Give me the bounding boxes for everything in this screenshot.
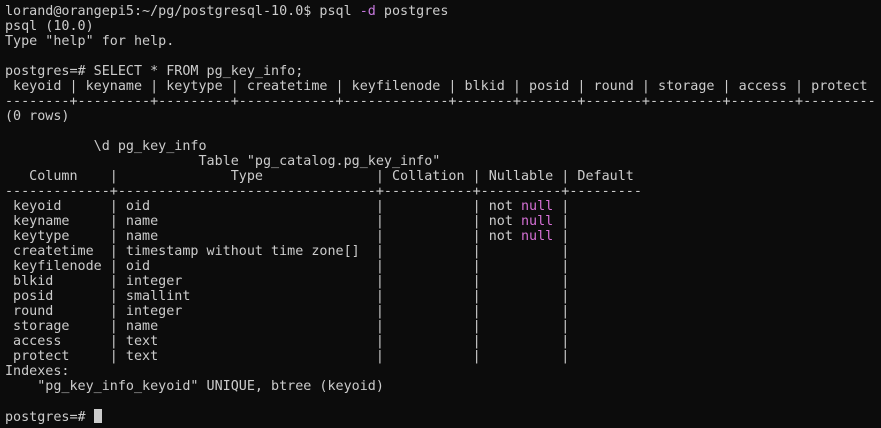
line-text: \d pg_key_info [5,139,207,154]
prompt-line[interactable]: postgres=# [5,409,881,425]
line-text: Indexes: [5,364,70,379]
line-text: access | text | | | [5,334,570,349]
terminal-line: lorand@orangepi5:~/pg/postgresql-10.0$ p… [5,4,881,19]
line-text: storage | name | | | [5,319,570,334]
terminal-line: -------------+--------------------------… [5,184,881,199]
line-text: "pg_key_info_keyoid" UNIQUE, btree (keyo… [5,379,384,394]
line-text: protect | text | | | [5,349,570,364]
null-keyword: null [520,199,554,214]
terminal-line: keytype | name | | not null | [5,229,881,244]
null-keyword: null [520,229,554,244]
line-text: (0 rows) [5,109,70,124]
line-text: Type "help" for help. [5,34,175,49]
line-text: lorand@orangepi5:~/pg/postgresql-10.0$ p… [5,4,360,19]
terminal-line: keyoid | keyname | keytype | createtime … [5,79,881,94]
text-cursor [93,409,102,423]
terminal-line: keyfilenode | oid | | | [5,259,881,274]
line-text: | [553,214,570,229]
terminal-output: lorand@orangepi5:~/pg/postgresql-10.0$ p… [5,4,881,409]
line-text: -------------+--------------------------… [5,184,642,199]
terminal-line: access | text | | | [5,334,881,349]
prompt-text: postgres=# [5,410,94,425]
line-text: postgres=# SELECT * FROM pg_key_info; [5,64,304,79]
terminal-line: keyname | name | | not null | [5,214,881,229]
line-text: blkid | integer | | | [5,274,570,289]
terminal-line: storage | name | | | [5,319,881,334]
terminal-line: (0 rows) [5,109,881,124]
line-text: | [553,199,570,214]
line-text: postgres [375,4,449,19]
terminal-line: blkid | integer | | | [5,274,881,289]
terminal-window[interactable]: lorand@orangepi5:~/pg/postgresql-10.0$ p… [0,0,881,428]
line-text: keyoid | oid | | not [5,199,521,214]
terminal-line: "pg_key_info_keyoid" UNIQUE, btree (keyo… [5,379,881,394]
line-text: createtime | timestamp without time zone… [5,244,570,259]
terminal-line: --------+---------+---------+-----------… [5,94,881,109]
line-text: keyname | name | | not [5,214,521,229]
terminal-line: Table "pg_catalog.pg_key_info" [5,154,881,169]
line-text: psql (10.0) [5,19,94,34]
line-text: Column | Type | Collation | Nullable | D… [5,169,634,184]
terminal-line: posid | smallint | | | [5,289,881,304]
line-text: keyoid | keyname | keytype | createtime … [5,79,868,94]
terminal-line: postgres=# SELECT * FROM pg_key_info; [5,64,881,79]
terminal-line: Column | Type | Collation | Nullable | D… [5,169,881,184]
terminal-line: protect | text | | | [5,349,881,364]
line-text: | [553,229,570,244]
line-text: --------+---------+---------+-----------… [5,94,876,109]
line-text: round | integer | | | [5,304,570,319]
line-text: keyfilenode | oid | | | [5,259,570,274]
terminal-line: Indexes: [5,364,881,379]
terminal-line: \d pg_key_info [5,139,881,154]
terminal-line: Type "help" for help. [5,34,881,49]
command-flag: -d [359,4,376,19]
terminal-line: keyoid | oid | | not null | [5,199,881,214]
null-keyword: null [520,214,554,229]
terminal-line: round | integer | | | [5,304,881,319]
terminal-line: createtime | timestamp without time zone… [5,244,881,259]
line-text: posid | smallint | | | [5,289,570,304]
line-text: keytype | name | | not [5,229,521,244]
line-text: Table "pg_catalog.pg_key_info" [5,154,441,169]
terminal-line: psql (10.0) [5,19,881,34]
